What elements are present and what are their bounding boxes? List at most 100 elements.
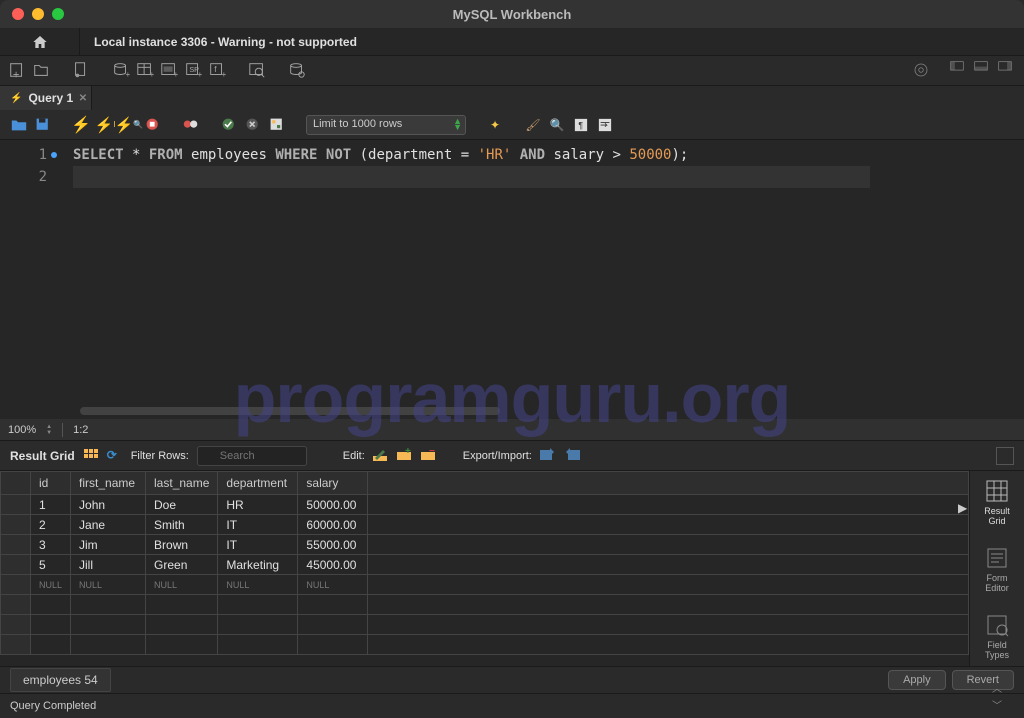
autocommit-toggle-icon[interactable] [268, 116, 286, 134]
form-icon [985, 546, 1009, 570]
sidebar-collapse-icon[interactable]: ▶ [958, 501, 967, 515]
reconnect-icon[interactable] [288, 61, 308, 81]
result-sidebar: ▶ ResultGrid FormEditor FieldTypes ︿﹀ [969, 471, 1024, 666]
rollback-icon[interactable] [244, 116, 262, 134]
titlebar: MySQL Workbench [0, 0, 1024, 28]
zoom-arrows-icon[interactable]: ▲▼ [46, 424, 52, 436]
table-row-empty [1, 615, 969, 635]
svg-text:+: + [150, 70, 155, 79]
wrap-icon[interactable] [596, 116, 614, 134]
query-tab[interactable]: ⚡ Query 1 ✕ [0, 86, 92, 110]
result-grid-icon[interactable] [83, 448, 99, 464]
commit-icon[interactable] [220, 116, 238, 134]
col-department[interactable]: department [218, 472, 298, 495]
col-first-name[interactable]: first_name [71, 472, 146, 495]
view-add-icon[interactable]: + [160, 61, 180, 81]
panel-bottom-icon[interactable] [972, 61, 992, 81]
revert-button[interactable]: Revert [952, 670, 1014, 690]
svg-text:+: + [222, 70, 227, 79]
toggle-invisible-icon[interactable]: ¶ [572, 116, 590, 134]
table-row[interactable]: 3JimBrownIT55000.00 [1, 535, 969, 555]
wrap-cell-toggle[interactable] [996, 447, 1014, 465]
save-icon[interactable] [34, 116, 52, 134]
new-sql-tab-icon[interactable] [8, 61, 28, 81]
import-icon[interactable] [564, 448, 580, 464]
col-salary[interactable]: salary [298, 472, 368, 495]
explain-icon[interactable]: ⚡🔍 [120, 116, 138, 134]
result-grid-title: Result Grid [10, 449, 75, 463]
field-types-icon [985, 613, 1009, 637]
sidebar-scroll-arrows[interactable]: ︿﹀ [992, 680, 1002, 712]
table-row-empty [1, 595, 969, 615]
dropdown-arrows-icon: ▲▼ [453, 118, 462, 130]
query-tab-row: ⚡ Query 1 ✕ [0, 86, 1024, 110]
export-icon[interactable] [540, 448, 556, 464]
search-table-icon[interactable] [248, 61, 268, 81]
beautify-icon[interactable]: ✦ [486, 116, 504, 134]
home-row: Local instance 3306 - Warning - not supp… [0, 28, 1024, 56]
inspector-icon[interactable] [72, 61, 92, 81]
execute-current-icon[interactable]: ⚡I [96, 116, 114, 134]
open-file-icon[interactable] [10, 116, 28, 134]
settings-icon[interactable] [912, 61, 932, 81]
col-last-name[interactable]: last_name [146, 472, 218, 495]
function-add-icon[interactable]: f+ [208, 61, 228, 81]
result-grid-button[interactable]: ResultGrid [984, 479, 1010, 526]
apply-button[interactable]: Apply [888, 670, 946, 690]
procedure-add-icon[interactable]: SP+ [184, 61, 204, 81]
result-toolbar: Result Grid ⟳ Filter Rows: 🔍 Edit: + − E… [0, 441, 1024, 471]
form-editor-button[interactable]: FormEditor [985, 546, 1009, 593]
field-types-button[interactable]: FieldTypes [985, 613, 1009, 660]
table-row[interactable]: 5JillGreenMarketing45000.00 [1, 555, 969, 575]
limit-rows-select[interactable]: Limit to 1000 rows ▲▼ [306, 115, 466, 135]
find-replace-icon[interactable]: 🔍 [548, 116, 566, 134]
editor-scrollbar-h[interactable] [80, 407, 500, 415]
result-grid[interactable]: id first_name last_name department salar… [0, 471, 969, 666]
toggle-autocommit-icon[interactable] [182, 116, 200, 134]
connection-tab[interactable]: Local instance 3306 - Warning - not supp… [80, 28, 371, 55]
limit-rows-label: Limit to 1000 rows [313, 118, 402, 130]
open-sql-icon[interactable] [32, 61, 52, 81]
sql-editor[interactable]: 1 2 SELECT * FROM employees WHERE NOT (d… [0, 140, 1024, 419]
grid-icon [985, 479, 1009, 503]
zoom-level[interactable]: 100% [8, 424, 36, 436]
svg-text:¶: ¶ [578, 120, 583, 130]
editor-toolbar: ⚡ ⚡I ⚡🔍 Limit to 1000 rows ▲▼ ✦ 🖌 🔍 ¶ [0, 110, 1024, 140]
export-import-label: Export/Import: [463, 450, 532, 462]
table-row-empty [1, 635, 969, 655]
panel-left-icon[interactable] [948, 61, 968, 81]
svg-text:−: − [429, 448, 435, 457]
edit-row-icon[interactable] [373, 448, 389, 464]
main-toolbar: + + + SP+ f+ [0, 56, 1024, 86]
schema-add-icon[interactable]: + [112, 61, 132, 81]
edit-label: Edit: [343, 450, 365, 462]
home-icon [32, 34, 48, 50]
table-add-icon[interactable]: + [136, 61, 156, 81]
find-icon[interactable]: 🖌 [524, 116, 542, 134]
result-tab[interactable]: employees 54 [10, 668, 111, 692]
stop-icon[interactable] [144, 116, 162, 134]
query-tab-label: Query 1 [28, 91, 73, 105]
bottom-tab-row: employees 54 Apply Revert [0, 666, 1024, 694]
close-tab-icon[interactable]: ✕ [79, 93, 87, 104]
status-bar: Query Completed [0, 694, 1024, 718]
line-gutter: 1 2 [0, 140, 55, 419]
bolt-icon: ⚡ [10, 93, 22, 104]
home-tab[interactable] [0, 28, 80, 55]
col-id[interactable]: id [31, 472, 71, 495]
panel-right-icon[interactable] [996, 61, 1016, 81]
delete-row-icon[interactable]: − [421, 448, 437, 464]
add-row-icon[interactable]: + [397, 448, 413, 464]
svg-text:+: + [174, 70, 179, 79]
svg-text:+: + [198, 70, 203, 79]
statement-marker-icon [51, 152, 57, 158]
refresh-icon[interactable]: ⟳ [107, 448, 123, 464]
filter-rows-input[interactable] [197, 446, 307, 466]
window-title: MySQL Workbench [0, 7, 1024, 22]
execute-icon[interactable]: ⚡ [72, 116, 90, 134]
table-row[interactable]: 1JohnDoeHR50000.00 [1, 495, 969, 515]
filter-rows-label: Filter Rows: [131, 450, 189, 462]
zoom-bar: 100% ▲▼ 1:2 [0, 419, 1024, 441]
table-row-null[interactable]: NULLNULLNULLNULLNULL [1, 575, 969, 595]
table-row[interactable]: 2JaneSmithIT60000.00 [1, 515, 969, 535]
